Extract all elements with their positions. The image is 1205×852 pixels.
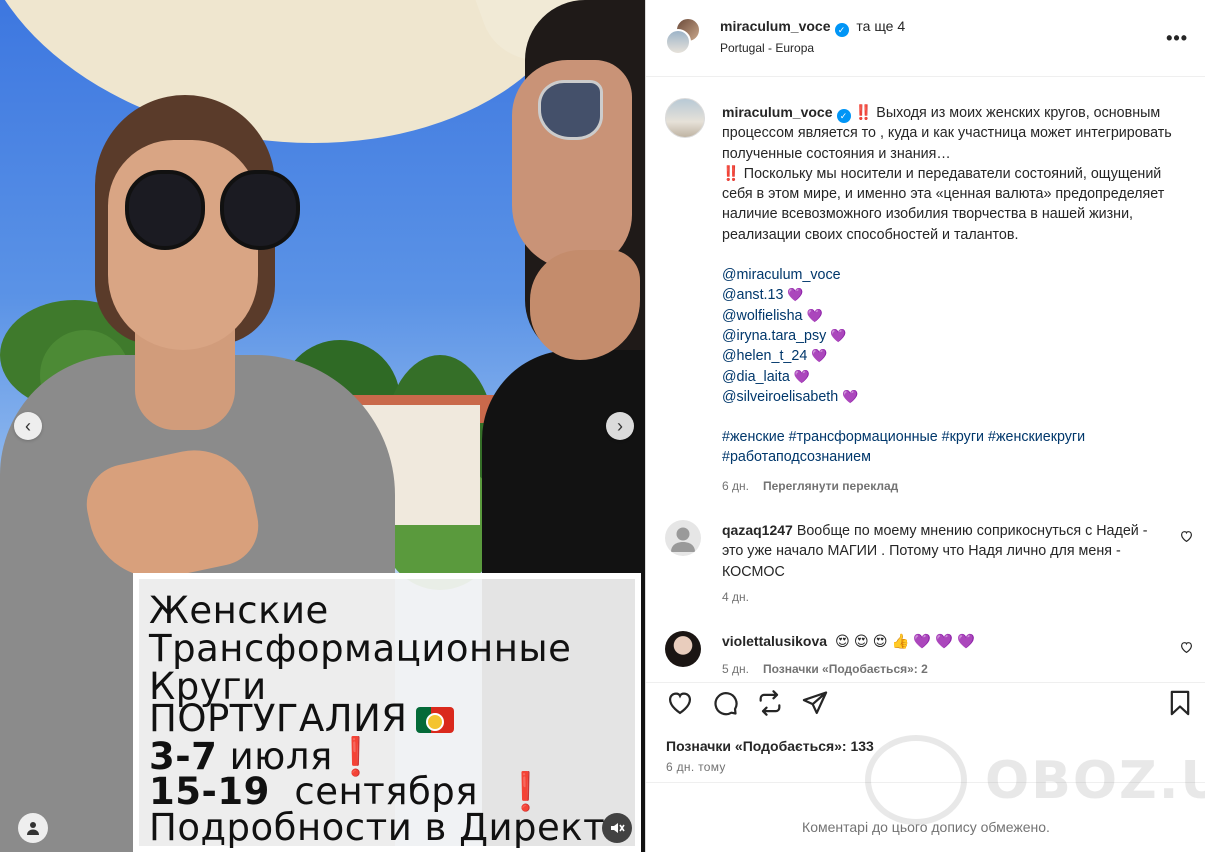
caption-paragraph-2: Поскольку мы носители и передаватели сос…: [722, 165, 1165, 243]
photo-sunglasses-right: [538, 80, 603, 140]
avatar: [665, 29, 691, 55]
double-exclamation-icon: ‼️: [854, 105, 873, 121]
share-paper-plane-icon[interactable]: [801, 689, 829, 717]
comment-text: violettalusikova 😍 😍 😍 👍 💜 💜 💜: [722, 631, 1162, 652]
repost-icon[interactable]: [756, 689, 784, 717]
mention-link[interactable]: @miraculum_voce: [722, 267, 841, 283]
post-header: miraculum_voce ✓ та ще 4 Portugal - Europ…: [646, 0, 1205, 77]
mention-link[interactable]: @silveiroelisabeth: [722, 389, 838, 405]
chevron-right-icon: ›: [617, 415, 623, 436]
double-exclamation-icon: ‼️: [722, 165, 740, 182]
photo-sunglasses-left: [125, 170, 310, 260]
carousel-next-button[interactable]: ›: [606, 412, 634, 440]
header-location[interactable]: Portugal - Europa: [720, 41, 814, 55]
header-collaborators[interactable]: та ще 4: [856, 18, 905, 34]
post-age: 6 дн.: [722, 478, 749, 493]
purple-heart-icon: 💜: [806, 307, 823, 323]
comment-bubble-icon[interactable]: [711, 689, 739, 717]
comment-meta: 5 дн. Позначки «Подобається»: 2: [722, 662, 928, 676]
save-bookmark-icon[interactable]: [1166, 689, 1194, 717]
hashtags[interactable]: #женские #трансформационные #круги #женс…: [722, 427, 1192, 468]
comment-age: 5 дн.: [722, 662, 749, 676]
avatar[interactable]: [665, 631, 701, 667]
like-comment-heart-icon[interactable]: [1180, 530, 1193, 542]
comment-age: 4 дн.: [722, 590, 749, 604]
post-media[interactable]: Женские Трансформационные Круги ПОРТУГАЛ…: [0, 0, 645, 852]
more-options-icon[interactable]: •••: [1166, 28, 1188, 49]
comment-body: 😍 😍 😍 👍 💜 💜 💜: [835, 634, 975, 650]
caption-username[interactable]: miraculum_voce: [722, 104, 833, 120]
mention-link[interactable]: @iryna.tara_psy: [722, 328, 826, 344]
caption-line-4: ПОРТУГАЛИЯ: [149, 700, 454, 737]
mute-button[interactable]: [602, 813, 632, 843]
video-caption-overlay: Женские Трансформационные Круги ПОРТУГАЛ…: [133, 573, 641, 852]
like-comment-heart-icon[interactable]: [1180, 641, 1193, 653]
comment-likes-count[interactable]: Позначки «Подобається»: 2: [763, 662, 928, 676]
purple-heart-icon: 💜: [811, 348, 828, 364]
comment-username[interactable]: violettalusikova: [722, 633, 827, 649]
person-icon: [27, 822, 39, 835]
avatar[interactable]: [665, 98, 705, 138]
purple-heart-icon: 💜: [793, 368, 810, 384]
tagged-users-button[interactable]: [18, 813, 48, 843]
likes-count[interactable]: Позначки «Подобається»: 133: [666, 738, 874, 754]
caption-country: ПОРТУГАЛИЯ: [149, 697, 408, 740]
portugal-flag-icon: [415, 707, 454, 733]
mention-link[interactable]: @helen_t_24: [722, 348, 807, 364]
watermark-text: OBOZ.UA: [985, 751, 1205, 811]
header-title: miraculum_voce ✓ та ще 4: [720, 18, 905, 37]
mention-link[interactable]: @anst.13: [722, 287, 783, 303]
mention-link[interactable]: @dia_laita: [722, 369, 790, 385]
like-heart-icon[interactable]: [666, 689, 694, 717]
header-username[interactable]: miraculum_voce: [720, 18, 831, 34]
purple-heart-icon: 💜: [830, 327, 847, 343]
watermark-logo: OBOZ.UA: [865, 735, 1205, 825]
collab-avatars[interactable]: [665, 17, 701, 55]
avatar[interactable]: [665, 520, 701, 556]
comment-text: qazaq1247 Вообще по моему мнению соприко…: [722, 520, 1162, 582]
speaker-muted-icon: [611, 823, 625, 833]
post-details-panel: miraculum_voce ✓ та ще 4 Portugal - Europ…: [645, 0, 1205, 852]
caption-line-2: Трансформационные: [149, 627, 572, 670]
default-avatar-icon: [671, 527, 695, 552]
comment-username[interactable]: qazaq1247: [722, 522, 793, 538]
verified-badge-icon: ✓: [836, 109, 851, 123]
comments-scroll-area[interactable]: miraculum_voce ✓ ‼️ Выходя из моих женски…: [646, 77, 1205, 682]
post-timestamp[interactable]: 6 дн. тому: [666, 760, 726, 774]
caption-line-6: 15-19 сентября ❗: [149, 773, 549, 810]
caption-line-1: Женские: [149, 589, 329, 632]
purple-heart-icon: 💜: [842, 388, 859, 404]
caption-line-7: Подробности в Директ: [149, 806, 606, 849]
carousel-prev-button[interactable]: ‹: [14, 412, 42, 440]
verified-badge-icon: ✓: [834, 23, 849, 37]
globe-icon: [865, 735, 967, 825]
purple-heart-icon: 💜: [787, 287, 804, 303]
mention-link[interactable]: @wolfielisha: [722, 308, 802, 324]
post-caption: miraculum_voce ✓ ‼️ Выходя из моих женски…: [722, 102, 1192, 496]
see-translation-link[interactable]: Переглянути переклад: [763, 479, 898, 493]
chevron-left-icon: ‹: [25, 415, 31, 436]
